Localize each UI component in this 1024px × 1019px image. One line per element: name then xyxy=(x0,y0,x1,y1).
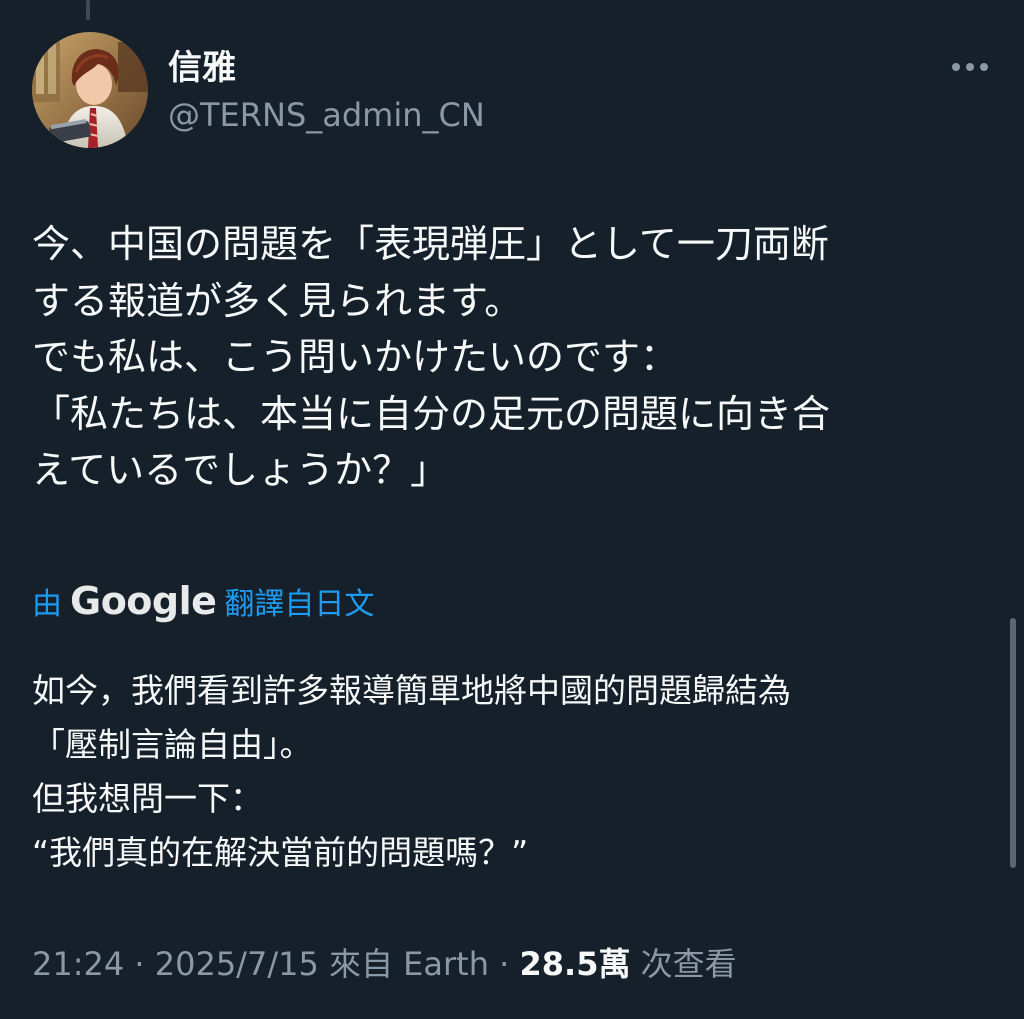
more-options-button[interactable] xyxy=(942,52,998,82)
views-count: 28.5萬 xyxy=(519,945,631,983)
views-label: 次查看 xyxy=(640,945,737,983)
translated-by-google[interactable]: 由 Google 翻譯自日文 xyxy=(32,578,374,628)
tweet-date[interactable]: 2025/7/15 xyxy=(155,945,319,983)
tweet-text: 今、中国の問題を「表現弾圧」として一刀両断 する報道が多く見られます。 でも私は… xyxy=(32,222,831,492)
meta-separator: · xyxy=(488,945,520,983)
translated-from-label: 翻譯自日文 xyxy=(224,587,375,622)
scrollbar-thumb[interactable] xyxy=(1010,618,1016,868)
tweet-metadata: 21:24 · 2025/7/15 來自 Earth · 28.5萬 次查看 xyxy=(32,940,737,988)
avatar-image xyxy=(32,32,148,148)
translated-text: 如今，我們看到許多報導簡單地將中國的問題歸結為 「壓制言論自由」。 但我想問一下… xyxy=(32,671,791,872)
google-logo: Google xyxy=(70,579,217,623)
translated-prefix: 由 xyxy=(32,587,62,622)
avatar[interactable] xyxy=(32,32,148,148)
user-handle[interactable]: @TERNS_admin_CN xyxy=(168,94,485,136)
display-name[interactable]: 信雅 xyxy=(168,46,236,90)
meta-separator: · xyxy=(124,945,155,983)
tweet-time[interactable]: 21:24 xyxy=(32,945,124,983)
tweet-source: 來自 Earth xyxy=(328,945,489,983)
more-horizontal-icon xyxy=(952,63,988,71)
thread-connector-line xyxy=(86,0,90,20)
